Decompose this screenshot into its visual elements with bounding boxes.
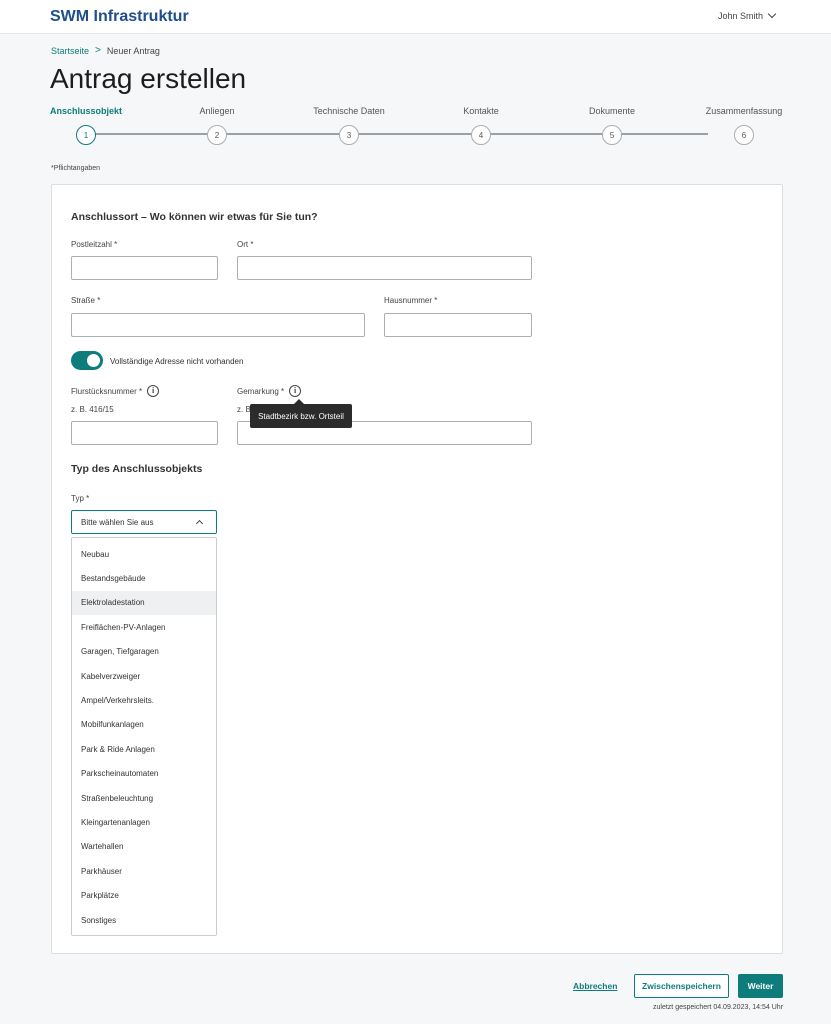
step-number: 3 bbox=[339, 125, 359, 145]
dropdown-option[interactable]: Mobilfunkanlagen bbox=[72, 713, 216, 737]
toggle-knob bbox=[87, 354, 100, 367]
top-bar: SWM Infrastruktur John Smith bbox=[0, 0, 831, 34]
dropdown-option-hovered[interactable]: Elektroladestation bbox=[72, 590, 216, 616]
dropdown-option[interactable]: Park & Ride Anlagen bbox=[72, 737, 216, 761]
address-unavailable-toggle[interactable] bbox=[71, 351, 103, 370]
postleitzahl-input[interactable] bbox=[71, 256, 218, 280]
dropdown-option[interactable]: Wartehallen bbox=[72, 835, 216, 859]
hausnummer-label: Hausnummer * bbox=[384, 296, 438, 305]
typ-select[interactable]: Bitte wählen Sie aus bbox=[71, 510, 217, 534]
toggle-label: Vollständige Adresse nicht vorhanden bbox=[110, 357, 244, 366]
step-label: Zusammenfassung bbox=[705, 106, 783, 116]
dropdown-option[interactable]: Freiflächen-PV-Anlagen bbox=[72, 615, 216, 639]
breadcrumb-current: Neuer Antrag bbox=[106, 45, 160, 56]
tooltip-arrow bbox=[294, 399, 304, 404]
save-draft-button[interactable]: Zwischenspeichern bbox=[634, 974, 729, 998]
dropdown-option[interactable]: Kleingartenanlagen bbox=[72, 810, 216, 834]
step-label: Dokumente bbox=[588, 106, 636, 116]
breadcrumb: Startseite > Neuer Antrag bbox=[51, 45, 160, 56]
dropdown-option[interactable]: Neubau bbox=[72, 542, 216, 566]
last-saved-note: zuletzt gespeichert 04.09.2023, 14:54 Uh… bbox=[653, 1004, 783, 1011]
step-number: 4 bbox=[471, 125, 491, 145]
info-icon[interactable]: i bbox=[289, 385, 302, 397]
gemarkung-label: Gemarkung * i bbox=[237, 385, 302, 397]
flurstueck-hint: z. B. 416/15 bbox=[71, 405, 114, 414]
step-label: Kontakte bbox=[463, 106, 499, 116]
dropdown-option[interactable]: Sonstiges bbox=[72, 908, 216, 932]
ort-label: Ort * bbox=[237, 240, 254, 249]
progress-stepper: Anschlussobjekt 1 Anliegen 2 Technische … bbox=[49, 106, 783, 146]
dropdown-option[interactable]: Bestandsgebäude bbox=[72, 566, 216, 590]
flurstueck-input[interactable] bbox=[71, 421, 218, 445]
dropdown-option[interactable]: Parkplätze bbox=[72, 883, 216, 907]
dropdown-option[interactable]: Garagen, Tiefgaragen bbox=[72, 640, 216, 664]
step-label: Anschlussobjekt bbox=[49, 106, 123, 116]
next-button[interactable]: Weiter bbox=[738, 974, 783, 998]
info-icon[interactable]: i bbox=[147, 385, 160, 397]
strasse-input[interactable] bbox=[71, 313, 365, 337]
dropdown-option[interactable]: Parkscheinautomaten bbox=[72, 762, 216, 786]
flurstueck-label-text: Flurstücksnummer * bbox=[71, 386, 143, 396]
chevron-up-icon bbox=[195, 519, 204, 528]
postleitzahl-label: Postleitzahl * bbox=[71, 240, 118, 249]
step-number: 6 bbox=[734, 125, 754, 145]
dropdown-option[interactable]: Ampel/Verkehrsleits. bbox=[72, 688, 216, 712]
step-label: Technische Daten bbox=[313, 106, 385, 116]
step-number: 5 bbox=[602, 125, 622, 145]
form-card: Anschlussort – Wo können wir etwas für S… bbox=[51, 184, 783, 954]
breadcrumb-home-link[interactable]: Startseite bbox=[51, 46, 89, 56]
user-menu[interactable]: John Smith bbox=[717, 9, 777, 21]
section-title-anschlussort: Anschlussort – Wo können wir etwas für S… bbox=[71, 211, 318, 223]
strasse-label: Straße * bbox=[71, 296, 101, 305]
flurstueck-label: Flurstücksnummer * i bbox=[71, 385, 160, 397]
breadcrumb-separator: > bbox=[95, 45, 101, 56]
section-title-typ: Typ des Anschlussobjekts bbox=[71, 463, 203, 475]
dropdown-option[interactable]: Straßenbeleuchtung bbox=[72, 786, 216, 810]
step-label: Anliegen bbox=[199, 106, 235, 116]
step-number: 1 bbox=[76, 125, 96, 145]
cancel-link[interactable]: Abbrechen bbox=[573, 981, 617, 991]
ort-input[interactable] bbox=[237, 256, 532, 280]
brand-logo[interactable]: SWM Infrastruktur bbox=[50, 8, 189, 26]
required-note: *Pflichtangaben bbox=[51, 165, 101, 172]
hausnummer-input[interactable] bbox=[384, 313, 532, 337]
gemarkung-tooltip: Stadtbezirk bzw. Ortsteil bbox=[250, 399, 352, 428]
gemarkung-label-text: Gemarkung * bbox=[237, 386, 285, 396]
typ-dropdown: Neubau Bestandsgebäude Elektroladestatio… bbox=[71, 537, 217, 936]
dropdown-option[interactable]: Kabelverzweiger bbox=[72, 664, 216, 688]
typ-select-value: Bitte wählen Sie aus bbox=[81, 517, 154, 527]
tooltip-text: Stadtbezirk bzw. Ortsteil bbox=[258, 411, 344, 421]
dropdown-option[interactable]: Parkhäuser bbox=[72, 859, 216, 883]
chevron-down-icon bbox=[767, 9, 777, 19]
page-title: Antrag erstellen bbox=[50, 63, 247, 94]
user-name: John Smith bbox=[717, 11, 763, 21]
typ-label: Typ * bbox=[71, 494, 90, 503]
step-number: 2 bbox=[207, 125, 227, 145]
